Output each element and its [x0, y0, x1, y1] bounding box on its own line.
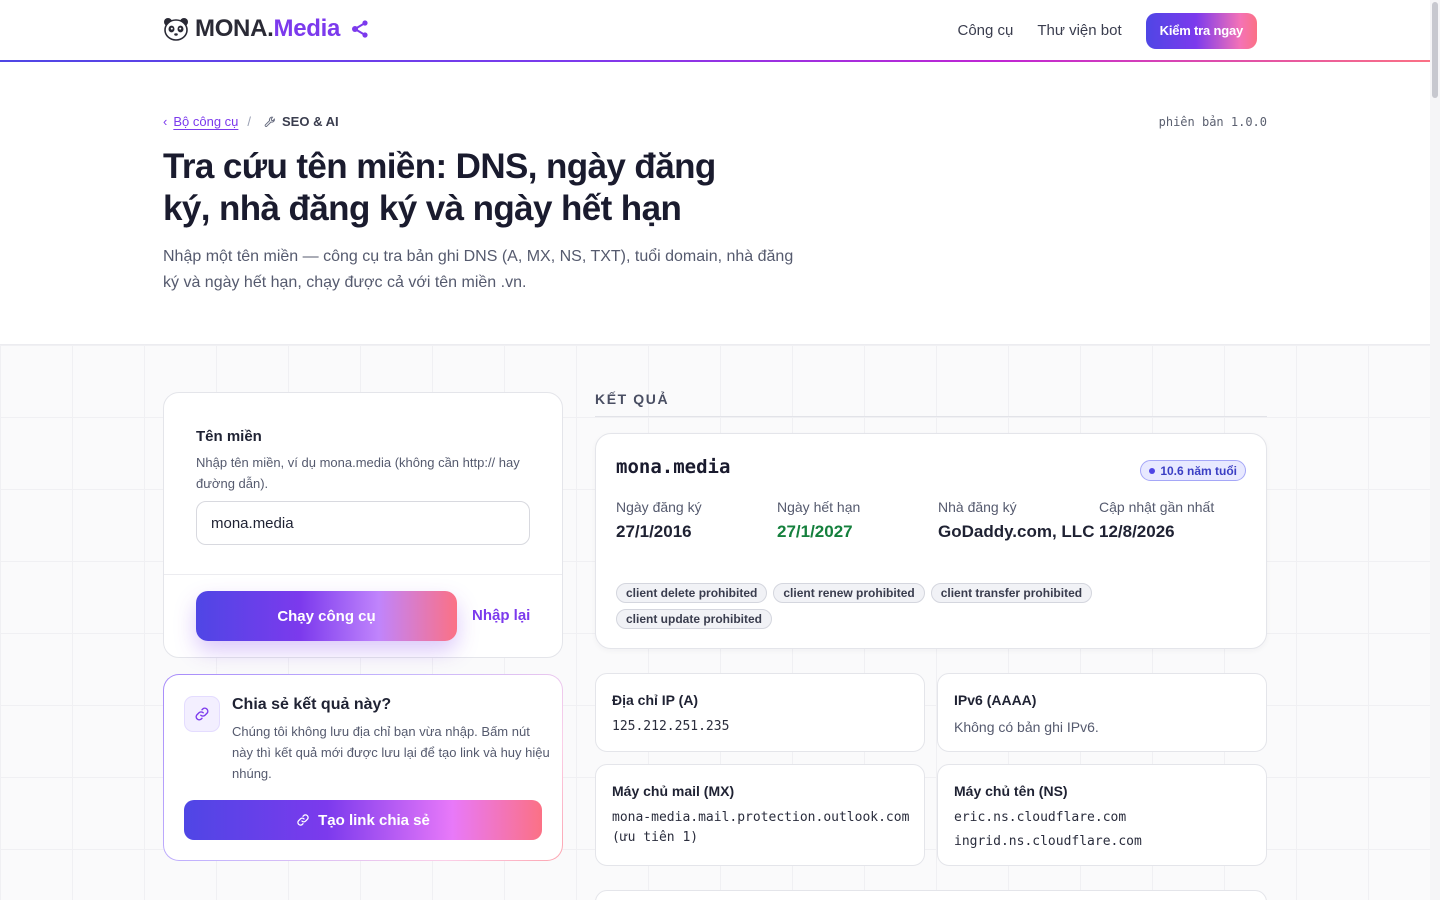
scrollbar-thumb[interactable]: [1432, 2, 1438, 98]
whois-field-value: 27/1/2016: [616, 522, 692, 541]
record-value: mona-media.mail.protection.outlook.com (…: [612, 810, 910, 845]
record-title: Máy chủ tên (NS): [954, 783, 1068, 799]
record-value: eric.ns.cloudflare.com: [954, 810, 1127, 825]
logo-text: MONA.Media: [195, 15, 341, 42]
status-tag: client update prohibited: [616, 609, 773, 629]
share-card: Chia sẻ kết quả này? Chúng tôi không lưu…: [163, 674, 563, 861]
link-icon: [184, 696, 220, 732]
share-nodes-icon: [352, 20, 368, 38]
a-record-card: Địa chỉ IP (A) 125.212.251.235: [595, 673, 925, 752]
breadcrumb: ‹ Bộ công cụ / SEO & AI: [163, 114, 339, 129]
check-now-button[interactable]: Kiểm tra ngay: [1145, 13, 1257, 49]
whois-field-key: Nhà đăng ký: [938, 499, 1017, 515]
site-header: MONA.Media Công cụ Thư viện bot Kiểm tra…: [0, 0, 1430, 62]
domain-input-card: Tên miền Nhập tên miền, ví dụ mona.media…: [163, 392, 563, 658]
aaaa-record-card: IPv6 (AAAA) Không có bản ghi IPv6.: [937, 673, 1267, 752]
whois-domain: mona.media: [616, 456, 731, 478]
whois-field-expiry: Ngày hết hạn 27/1/2027: [777, 499, 938, 544]
breadcrumb-link-toolkit[interactable]: Bộ công cụ: [173, 114, 238, 129]
main-nav: Công cụ Thư viện bot Kiểm tra ngay: [957, 13, 1257, 49]
reset-link[interactable]: Nhập lại: [472, 607, 530, 624]
whois-field-key: Ngày đăng ký: [616, 499, 702, 515]
status-tag: client renew prohibited: [773, 583, 925, 603]
whois-fields: Ngày đăng ký 27/1/2016 Ngày hết hạn 27/1…: [616, 499, 1248, 544]
whois-field-registrar: Nhà đăng ký GoDaddy.com, LLC: [938, 499, 1099, 544]
link-icon: [297, 814, 309, 826]
logo[interactable]: MONA.Media: [163, 15, 370, 43]
results-divider: [595, 416, 1267, 417]
whois-field-value: 27/1/2027: [777, 522, 853, 541]
dot-icon: [1149, 467, 1156, 474]
share-title: Chia sẻ kết quả này?: [232, 696, 392, 713]
chevron-left-icon[interactable]: ‹: [163, 114, 167, 129]
whois-field-key: Cập nhật gần nhất: [1099, 499, 1215, 515]
breadcrumb-separator: /: [247, 114, 252, 129]
status-tag: client delete prohibited: [616, 583, 768, 603]
domain-field-label: Tên miền: [196, 428, 262, 445]
status-tags: client delete prohibited client renew pr…: [616, 583, 1136, 629]
nav-link-bot-library[interactable]: Thư viện bot: [1037, 14, 1121, 48]
status-tag: client transfer prohibited: [930, 583, 1093, 603]
page-title: Tra cứu tên miền: DNS, ngày đăng ký, nhà…: [163, 147, 716, 228]
whois-card: mona.media 10.6 năm tuổi Ngày đăng ký 27…: [595, 433, 1267, 649]
domain-age-badge: 10.6 năm tuổi: [1140, 460, 1246, 481]
record-value: Không có bản ghi IPv6.: [954, 719, 1099, 735]
whois-field-key: Ngày hết hạn: [777, 499, 861, 515]
domain-age-text: 10.6 năm tuổi: [1160, 463, 1237, 478]
record-title: IPv6 (AAAA): [954, 692, 1037, 708]
version-label: phiên bản 1.0.0: [1158, 115, 1267, 129]
record-value-list: eric.ns.cloudflare.com ingrid.ns.cloudfl…: [954, 808, 1142, 856]
card-divider: [164, 574, 562, 575]
share-description: Chúng tôi không lưu địa chỉ bạn vừa nhập…: [232, 724, 550, 781]
results-heading: KẾT QUẢ: [595, 391, 670, 407]
record-value: 125.212.251.235: [612, 719, 730, 734]
domain-field-hint: Nhập tên miền, ví dụ mona.media (không c…: [196, 455, 520, 491]
share-button-label: Tạo link chia sẻ: [318, 811, 430, 829]
record-value: ingrid.ns.cloudflare.com: [954, 834, 1142, 849]
whois-field-value: GoDaddy.com, LLC: [938, 522, 1095, 541]
header-gradient-line: [0, 60, 1430, 62]
record-title: Máy chủ mail (MX): [612, 783, 735, 799]
wrench-icon: [264, 116, 275, 127]
create-share-link-button[interactable]: Tạo link chia sẻ: [184, 800, 542, 840]
run-tool-button[interactable]: Chạy công cụ: [196, 591, 457, 641]
page-scrollbar[interactable]: [1430, 0, 1440, 900]
breadcrumb-current: SEO & AI: [282, 114, 339, 129]
whois-field-registered: Ngày đăng ký 27/1/2016: [616, 499, 777, 544]
page-description: Nhập một tên miền — công cụ tra bản ghi …: [163, 248, 794, 291]
whois-field-updated: Cập nhật gần nhất 12/8/2026: [1099, 499, 1248, 544]
panda-logo-icon: [164, 18, 188, 41]
ns-record-card: Máy chủ tên (NS) eric.ns.cloudflare.com …: [937, 764, 1267, 866]
domain-input[interactable]: [196, 501, 530, 545]
next-record-card: [595, 890, 1267, 900]
mx-record-card: Máy chủ mail (MX) mona-media.mail.protec…: [595, 764, 925, 866]
record-title: Địa chỉ IP (A): [612, 692, 699, 708]
whois-field-value: 12/8/2026: [1099, 522, 1175, 541]
nav-link-tools[interactable]: Công cụ: [957, 14, 1013, 48]
